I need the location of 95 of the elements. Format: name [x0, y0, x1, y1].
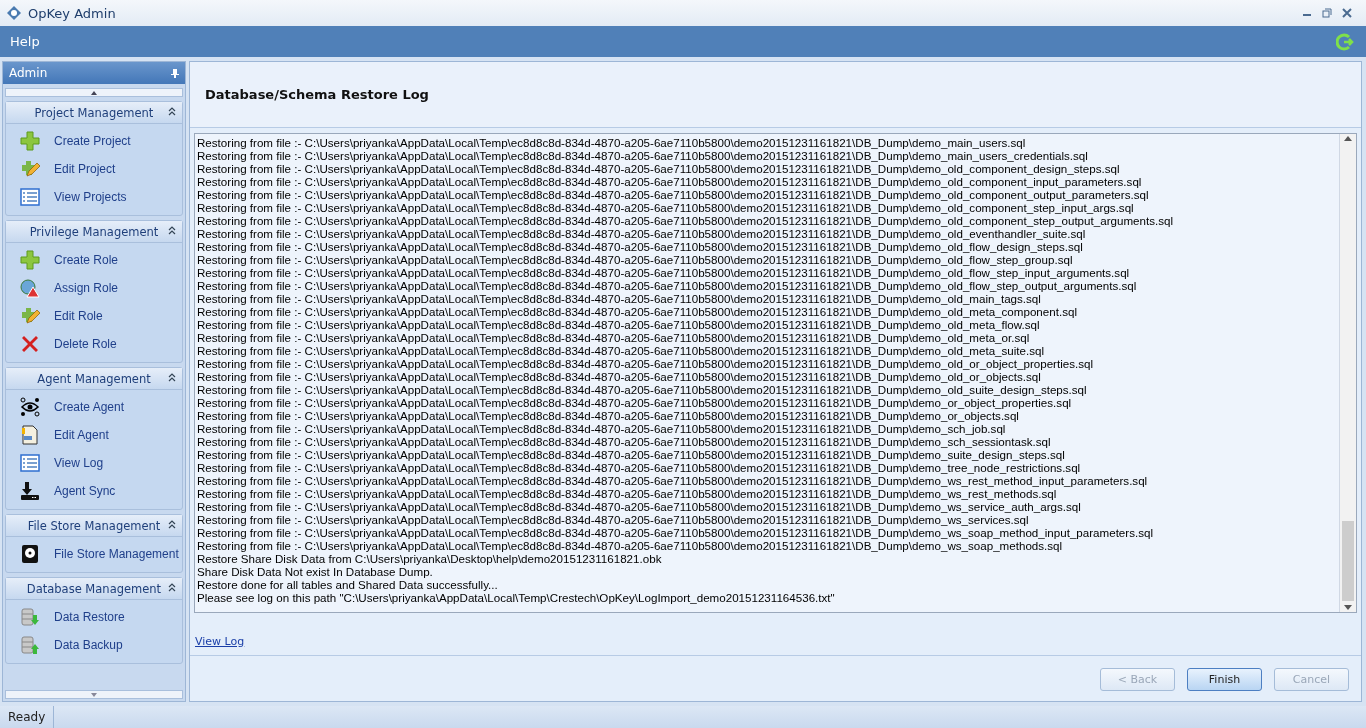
log-line: Restoring from file :- C:\Users\priyanka\AppData\Local\Temp\ec8d8c8d-834d-4870-a205-6ae7110b5800\demo20151231161821\DB_Dump\demo_old_meta_suite.sql	[197, 344, 1046, 357]
down-arrow-icon	[91, 692, 97, 697]
status-text: Ready	[0, 706, 55, 728]
log-line: Restoring from file :- C:\Users\priyanka\AppData\Local\Temp\ec8d8c8d-834d-4870-a205-6ae7110b5800\demo20151231161821\DB_Dump\demo_old_flow_design_steps.sql	[197, 240, 1084, 253]
pin-icon[interactable]	[171, 68, 179, 78]
log-line: Restoring from file :- C:\Users\priyanka\AppData\Local\Temp\ec8d8c8d-834d-4870-a205-6ae7110b5800\demo20151231161821\DB_Dump\demo_old_flow_step_group.sql	[197, 253, 1074, 266]
eye-icon	[20, 397, 40, 417]
log-line: Restoring from file :- C:\Users\priyanka\AppData\Local\Temp\ec8d8c8d-834d-4870-a205-6ae7110b5800\demo20151231161821\DB_Dump\demo_old_component_step_input_args.sql	[197, 201, 1135, 214]
close-icon[interactable]	[1342, 8, 1352, 18]
pencil-icon	[20, 159, 40, 179]
database-up-icon	[20, 635, 40, 655]
list-icon	[20, 453, 40, 473]
log-line: Restoring from file :- C:\Users\priyanka\AppData\Local\Temp\ec8d8c8d-834d-4870-a205-6ae7110b5800\demo20151231161821\DB_Dump\demo_old_meta_flow.sql	[197, 318, 1041, 331]
download-icon	[20, 481, 40, 501]
restore-icon[interactable]	[1322, 8, 1332, 18]
collapse-icon[interactable]	[168, 583, 176, 592]
list-icon	[20, 187, 40, 207]
group-header[interactable]: Project Management	[6, 102, 182, 124]
log-line: Restoring from file :- C:\Users\priyanka\AppData\Local\Temp\ec8d8c8d-834d-4870-a205-6ae7110b5800\demo20151231161821\DB_Dump\demo_old_component_step_output_arguments.sql	[197, 214, 1174, 227]
log-line: Restoring from file :- C:\Users\priyanka\AppData\Local\Temp\ec8d8c8d-834d-4870-a205-6ae7110b5800\demo20151231161821\DB_Dump\demo_old_main_tags.sql	[197, 292, 1042, 305]
up-arrow-icon	[91, 90, 97, 95]
log-line: Restoring from file :- C:\Users\priyanka\AppData\Local\Temp\ec8d8c8d-834d-4870-a205-6ae7110b5800\demo20151231161821\DB_Dump\demo_main_users.sql	[197, 136, 1027, 149]
wizard-button[interactable]: Finish	[1187, 668, 1262, 691]
log-line: Restoring from file :- C:\Users\priyanka\AppData\Local\Temp\ec8d8c8d-834d-4870-a205-6ae7110b5800\demo20151231161821\DB_Dump\demo_suite_design_steps.sql	[197, 448, 1066, 461]
cross-icon	[20, 334, 40, 354]
log-line: Restoring from file :- C:\Users\priyanka\AppData\Local\Temp\ec8d8c8d-834d-4870-a205-6ae7110b5800\demo20151231161821\DB_Dump\demo_tree_node_restrictions.sql	[197, 461, 1082, 474]
up-arrow-icon[interactable]	[1344, 136, 1352, 141]
log-line: Restoring from file :- C:\Users\priyanka\AppData\Local\Temp\ec8d8c8d-834d-4870-a205-6ae7110b5800\demo20151231161821\DB_Dump\demo_old_component_input_parameters.sql	[197, 175, 1143, 188]
sidebar-item[interactable]: Edit Agent	[6, 421, 182, 449]
sidebar-item[interactable]: Edit Role	[6, 302, 182, 330]
log-line: Restoring from file :- C:\Users\priyanka\AppData\Local\Temp\ec8d8c8d-834d-4870-a205-6ae7110b5800\demo20151231161821\DB_Dump\demo_ws_services.sql	[197, 513, 1030, 526]
plus-icon	[20, 250, 40, 270]
menu-item[interactable]: Help	[10, 34, 40, 49]
database-down-icon	[20, 607, 40, 627]
plus-icon	[20, 131, 40, 151]
log-line: Restoring from file :- C:\Users\priyanka\AppData\Local\Temp\ec8d8c8d-834d-4870-a205-6ae7110b5800\demo20151231161821\DB_Dump\demo_old_suite_design_steps.sql	[197, 383, 1088, 396]
collapse-icon[interactable]	[168, 520, 176, 529]
sidebar-item[interactable]: View Projects	[6, 183, 182, 211]
group-title: File Store Management	[27, 518, 161, 533]
log-line: Restoring from file :- C:\Users\priyanka\AppData\Local\Temp\ec8d8c8d-834d-4870-a205-6ae7110b5800\demo20151231161821\DB_Dump\demo_old_meta_or.sql	[197, 331, 1031, 344]
group-title: Agent Management	[37, 371, 151, 386]
globe-warning-icon	[20, 278, 40, 298]
log-line: Restoring from file :- C:\Users\priyanka\AppData\Local\Temp\ec8d8c8d-834d-4870-a205-6ae7110b5800\demo20151231161821\DB_Dump\demo_old_component_design_steps.sql	[197, 162, 1121, 175]
sidebar-item[interactable]: Assign Role	[6, 274, 182, 302]
sidebar-title: Admin	[9, 66, 48, 80]
log-line: Restoring from file :- C:\Users\priyanka\AppData\Local\Temp\ec8d8c8d-834d-4870-a205-6ae7110b5800\demo20151231161821\DB_Dump\demo_or_object_properties.sql	[197, 396, 1073, 409]
log-line: Restoring from file :- C:\Users\priyanka\AppData\Local\Temp\ec8d8c8d-834d-4870-a205-6ae7110b5800\demo20151231161821\DB_Dump\demo_old_eventhandler_suite.sql	[197, 227, 1087, 240]
scrollbar[interactable]	[1339, 134, 1356, 612]
window-title: OpKey Admin	[28, 5, 117, 21]
sidebar-item[interactable]: Agent Sync	[6, 477, 182, 505]
sidebar-item[interactable]: Create Project	[6, 127, 182, 155]
log-line: Restoring from file :- C:\Users\priyanka\AppData\Local\Temp\ec8d8c8d-834d-4870-a205-6ae7110b5800\demo20151231161821\DB_Dump\demo_main_users_credentials.sql	[197, 149, 1089, 162]
log-line: Restore done for all tables and Shared Data successfully...	[197, 578, 499, 591]
document-icon	[20, 425, 40, 445]
log-line: Restoring from file :- C:\Users\priyanka\AppData\Local\Temp\ec8d8c8d-834d-4870-a205-6ae7110b5800\demo20151231161821\DB_Dump\demo_ws_rest_methods.sql	[197, 487, 1058, 500]
sidebar-item[interactable]: Edit Project	[6, 155, 182, 183]
log-line: Restoring from file :- C:\Users\priyanka\AppData\Local\Temp\ec8d8c8d-834d-4870-a205-6ae7110b5800\demo20151231161821\DB_Dump\demo_old_component_output_parameters.sql	[197, 188, 1150, 201]
page-title: Database/Schema Restore Log	[205, 87, 429, 102]
view-log-link[interactable]: View Log	[195, 635, 245, 648]
sidebar-item[interactable]: Delete Role	[6, 330, 182, 358]
scrollbar-thumb[interactable]	[1342, 521, 1354, 601]
log-line: Restoring from file :- C:\Users\priyanka\AppData\Local\Temp\ec8d8c8d-834d-4870-a205-6ae7110b5800\demo20151231161821\DB_Dump\demo_ws_soap_methods.sql	[197, 539, 1064, 552]
log-line: Restore Share Disk Data from C:\Users\priyanka\Desktop\help\demo20151231161821.obk	[197, 552, 663, 565]
log-line: Restoring from file :- C:\Users\priyanka\AppData\Local\Temp\ec8d8c8d-834d-4870-a205-6ae7110b5800\demo20151231161821\DB_Dump\demo_or_objects.sql	[197, 409, 1020, 422]
log-line: Restoring from file :- C:\Users\priyanka\AppData\Local\Temp\ec8d8c8d-834d-4870-a205-6ae7110b5800\demo20151231161821\DB_Dump\demo_old_or_object_properties.sql	[197, 357, 1095, 370]
log-line: Restoring from file :- C:\Users\priyanka\AppData\Local\Temp\ec8d8c8d-834d-4870-a205-6ae7110b5800\demo20151231161821\DB_Dump\demo_old_flow_step_input_arguments.sql	[197, 266, 1131, 279]
log-line: Restoring from file :- C:\Users\priyanka\AppData\Local\Temp\ec8d8c8d-834d-4870-a205-6ae7110b5800\demo20151231161821\DB_Dump\demo_ws_service_auth_args.sql	[197, 500, 1082, 513]
group-header[interactable]: Database Management	[6, 578, 182, 600]
log-line: Restoring from file :- C:\Users\priyanka\AppData\Local\Temp\ec8d8c8d-834d-4870-a205-6ae7110b5800\demo20151231161821\DB_Dump\demo_ws_soap_method_input_parameters.sql	[197, 526, 1154, 539]
log-line: Restoring from file :- C:\Users\priyanka\AppData\Local\Temp\ec8d8c8d-834d-4870-a205-6ae7110b5800\demo20151231161821\DB_Dump\demo_ws_rest_method_input_parameters.sql	[197, 474, 1149, 487]
log-line: Restoring from file :- C:\Users\priyanka\AppData\Local\Temp\ec8d8c8d-834d-4870-a205-6ae7110b5800\demo20151231161821\DB_Dump\demo_old_flow_step_output_arguments.sql	[197, 279, 1138, 292]
group-header[interactable]: File Store Management	[6, 515, 182, 537]
sidebar-item[interactable]: File Store Management	[6, 540, 182, 568]
collapse-icon[interactable]	[168, 107, 176, 116]
sidebar-item[interactable]: Create Agent	[6, 393, 182, 421]
log-line: Restoring from file :- C:\Users\priyanka\AppData\Local\Temp\ec8d8c8d-834d-4870-a205-6ae7110b5800\demo20151231161821\DB_Dump\demo_old_or_objects.sql	[197, 370, 1042, 383]
log-line: Restoring from file :- C:\Users\priyanka\AppData\Local\Temp\ec8d8c8d-834d-4870-a205-6ae7110b5800\demo20151231161821\DB_Dump\demo_sch_job.sql	[197, 422, 1007, 435]
log-line: Please see log on this path "C:\Users\priyanka\AppData\Local\Temp\Crestech\OpKey\LogImport_demo20151231164536.txt"	[197, 591, 836, 604]
sidebar-item[interactable]: Data Restore	[6, 603, 182, 631]
collapse-icon[interactable]	[168, 226, 176, 235]
log-line: Restoring from file :- C:\Users\priyanka\AppData\Local\Temp\ec8d8c8d-834d-4870-a205-6ae7110b5800\demo20151231161821\DB_Dump\demo_old_meta_component.sql	[197, 305, 1078, 318]
group-header[interactable]: Agent Management	[6, 368, 182, 390]
log-line: Restoring from file :- C:\Users\priyanka\AppData\Local\Temp\ec8d8c8d-834d-4870-a205-6ae7110b5800\demo20151231161821\DB_Dump\demo_sch_sessiontask.sql	[197, 435, 1052, 448]
pencil-icon	[20, 306, 40, 326]
sidebar-item[interactable]: Create Role	[6, 246, 182, 274]
group-title: Project Management	[34, 105, 154, 120]
down-arrow-icon[interactable]	[1344, 605, 1352, 610]
group-title: Privilege Management	[29, 224, 159, 239]
group-title: Database Management	[26, 581, 162, 596]
sidebar-item[interactable]: View Log	[6, 449, 182, 477]
group-header[interactable]: Privilege Management	[6, 221, 182, 243]
app-logo-icon	[6, 5, 22, 21]
log-line: Share Disk Data Not exist In Database Dump.	[197, 565, 434, 578]
sidebar-item[interactable]: Data Backup	[6, 631, 182, 659]
collapse-icon[interactable]	[168, 373, 176, 382]
